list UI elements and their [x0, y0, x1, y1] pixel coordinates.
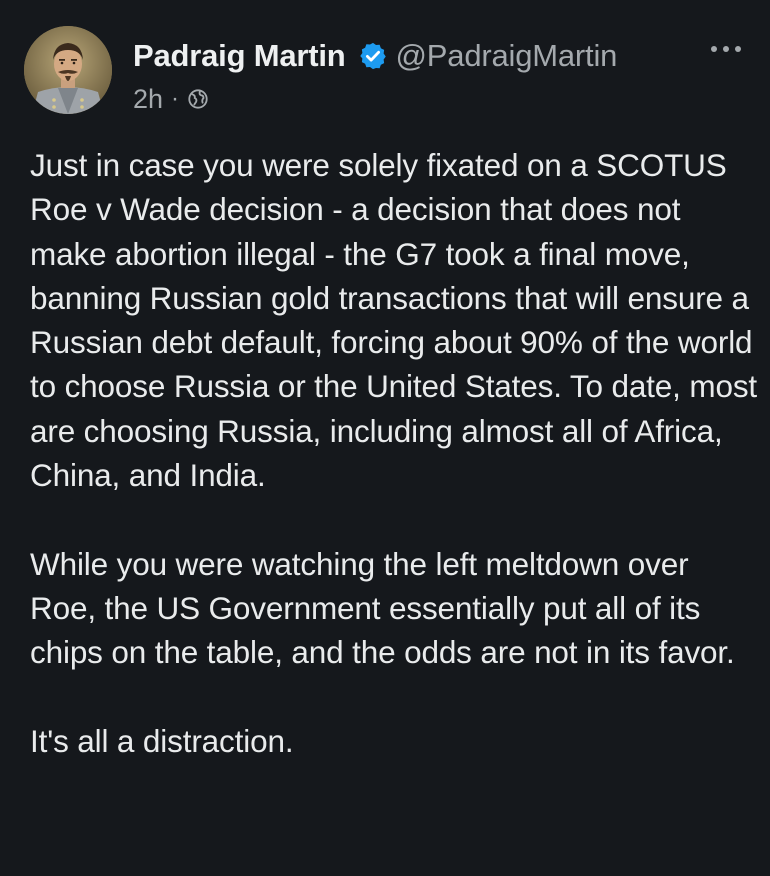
post-paragraph: While you were watching the left meltdow… [30, 545, 735, 671]
post-card: Padraig Martin @PadraigMartin 2h · Just … [0, 0, 770, 876]
post-timestamp[interactable]: 2h [133, 84, 163, 115]
post-body: Just in case you were solely fixated on … [30, 143, 760, 763]
post-paragraph: It's all a distraction. [30, 722, 294, 759]
author-avatar[interactable] [24, 26, 112, 114]
verified-badge-icon [358, 41, 388, 71]
post-meta: 2h · [133, 84, 733, 114]
author-name-row: Padraig Martin @PadraigMartin [133, 36, 733, 76]
post-paragraph: Just in case you were solely fixated on … [30, 147, 758, 494]
meta-separator: · [171, 85, 180, 112]
more-options-icon[interactable] [706, 34, 746, 64]
post-header: Padraig Martin @PadraigMartin 2h · [133, 36, 733, 114]
author-display-name[interactable]: Padraig Martin [133, 38, 346, 74]
avatar-portrait-image [24, 26, 112, 114]
author-handle[interactable]: @PadraigMartin [396, 38, 618, 74]
globe-icon [187, 88, 209, 110]
